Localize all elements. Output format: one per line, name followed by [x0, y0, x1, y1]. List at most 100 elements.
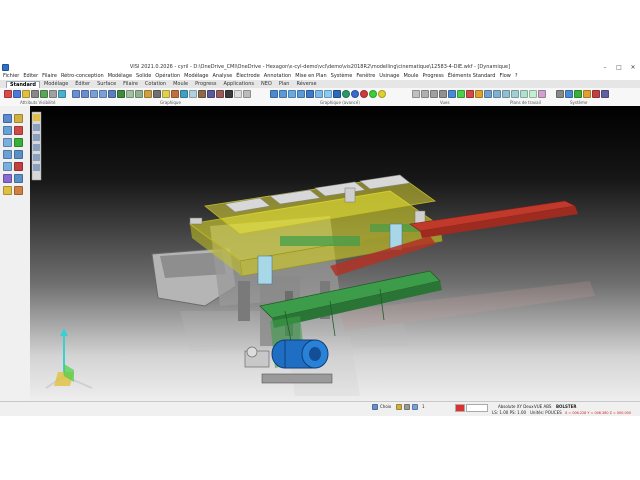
brush-icon[interactable]	[14, 186, 23, 195]
menu-item[interactable]: Annotation	[264, 73, 291, 79]
texture-icon[interactable]	[198, 90, 206, 98]
menu-item[interactable]: Editer	[23, 73, 38, 79]
shaded-icon[interactable]	[117, 90, 125, 98]
snap-status-icon[interactable]	[396, 404, 402, 410]
menu-item[interactable]: Éléments Standard	[448, 73, 496, 79]
layer-toggle-icon[interactable]	[33, 124, 40, 131]
workplane-list-icon[interactable]	[439, 90, 447, 98]
material-icon[interactable]	[171, 90, 179, 98]
tab-filaire[interactable]: Filaire	[120, 81, 141, 87]
workplane-edit-icon[interactable]	[430, 90, 438, 98]
selection-mode[interactable]: Choix	[380, 404, 391, 410]
layers-icon[interactable]	[3, 174, 12, 183]
rotate-icon[interactable]	[99, 90, 107, 98]
axis-red-icon[interactable]	[466, 90, 474, 98]
tab-editer[interactable]: Éditer	[72, 81, 93, 87]
info-icon[interactable]	[574, 90, 582, 98]
section-icon[interactable]	[144, 90, 152, 98]
tools-icon[interactable]	[601, 90, 609, 98]
history-icon[interactable]	[33, 154, 40, 161]
menu-item[interactable]: Solide	[136, 73, 151, 79]
shadow-icon[interactable]	[153, 90, 161, 98]
menu-item[interactable]: Modélage	[184, 73, 208, 79]
sphere-green-icon[interactable]	[369, 90, 377, 98]
attributes-icon[interactable]	[40, 90, 48, 98]
render-icon[interactable]	[225, 90, 233, 98]
ortho-status-icon[interactable]	[412, 404, 418, 410]
menu-item[interactable]: Fichier	[3, 73, 19, 79]
plane-5-icon[interactable]	[520, 90, 528, 98]
help-icon[interactable]	[583, 90, 591, 98]
origin-icon[interactable]	[475, 90, 483, 98]
3d-viewport[interactable]	[30, 106, 640, 401]
menu-item[interactable]: Mise en Plan	[295, 73, 326, 79]
settings-icon[interactable]	[556, 90, 564, 98]
perspective-icon[interactable]	[207, 90, 215, 98]
menu-item[interactable]: Rétro-conception	[61, 73, 104, 79]
delete-icon[interactable]	[14, 162, 23, 171]
close-button[interactable]: ✕	[626, 63, 640, 72]
view-left-icon[interactable]	[315, 90, 323, 98]
show-icon[interactable]	[58, 90, 66, 98]
axis-green-icon[interactable]	[457, 90, 465, 98]
menu-item[interactable]: Progress	[422, 73, 443, 79]
zoom-icon[interactable]	[72, 90, 80, 98]
tab-reverse[interactable]: Réverse	[293, 81, 319, 87]
palette-icon[interactable]	[3, 186, 12, 195]
view-front-icon[interactable]	[279, 90, 287, 98]
fit-icon[interactable]	[108, 90, 116, 98]
color-icon[interactable]	[4, 90, 12, 98]
select-mode-icon[interactable]	[372, 404, 378, 410]
menu-item[interactable]: Filaire	[42, 73, 57, 79]
hide-icon[interactable]	[49, 90, 57, 98]
light-icon[interactable]	[162, 90, 170, 98]
workplane-new-icon[interactable]	[421, 90, 429, 98]
check-icon[interactable]	[14, 138, 23, 147]
background-icon[interactable]	[234, 90, 242, 98]
grid-icon[interactable]	[243, 90, 251, 98]
menu-item[interactable]: Système	[331, 73, 353, 79]
maximize-button[interactable]: □	[612, 63, 626, 72]
workplane-icon[interactable]	[412, 90, 420, 98]
color-swatch-empty[interactable]	[466, 404, 488, 412]
options-icon[interactable]	[565, 90, 573, 98]
tab-applications[interactable]: Applications	[220, 81, 257, 87]
transparency-icon[interactable]	[189, 90, 197, 98]
notes-icon[interactable]	[33, 164, 40, 171]
redraw-icon[interactable]	[180, 90, 188, 98]
hidden-line-icon[interactable]	[135, 90, 143, 98]
copy-icon[interactable]	[3, 162, 12, 171]
transform-icon[interactable]	[14, 150, 23, 159]
menu-item[interactable]: Moule	[403, 73, 418, 79]
pin-icon[interactable]	[33, 114, 40, 121]
view-bottom-icon[interactable]	[333, 90, 341, 98]
menu-item[interactable]: ?	[515, 73, 518, 79]
plane-2-icon[interactable]	[493, 90, 501, 98]
menu-item[interactable]: Usinage	[379, 73, 399, 79]
tab-neo[interactable]: NEO	[258, 81, 275, 87]
view-back-icon[interactable]	[324, 90, 332, 98]
zoom-window-icon[interactable]	[81, 90, 89, 98]
layer-icon[interactable]	[13, 90, 21, 98]
menu-item[interactable]: Électrode	[236, 73, 260, 79]
menu-item[interactable]: Flow	[499, 73, 510, 79]
tab-standard[interactable]: Standard	[6, 80, 40, 88]
menu-item[interactable]: Modélage	[108, 73, 132, 79]
tab-surface[interactable]: Surface	[94, 81, 119, 87]
globe-icon[interactable]	[342, 90, 350, 98]
plane-4-icon[interactable]	[511, 90, 519, 98]
sphere-icon[interactable]	[351, 90, 359, 98]
snap-icon[interactable]	[3, 126, 12, 135]
sphere-red-icon[interactable]	[360, 90, 368, 98]
minimize-button[interactable]: –	[598, 63, 612, 72]
measure-icon[interactable]	[14, 114, 23, 123]
filter-toggle-icon[interactable]	[33, 134, 40, 141]
properties-icon[interactable]	[33, 144, 40, 151]
grid-status-icon[interactable]	[404, 404, 410, 410]
edit-icon[interactable]	[3, 150, 12, 159]
pan-icon[interactable]	[90, 90, 98, 98]
plane-7-icon[interactable]	[538, 90, 546, 98]
plane-3-icon[interactable]	[502, 90, 510, 98]
tab-modelage[interactable]: Modélage	[41, 81, 71, 87]
plane-icon[interactable]	[484, 90, 492, 98]
